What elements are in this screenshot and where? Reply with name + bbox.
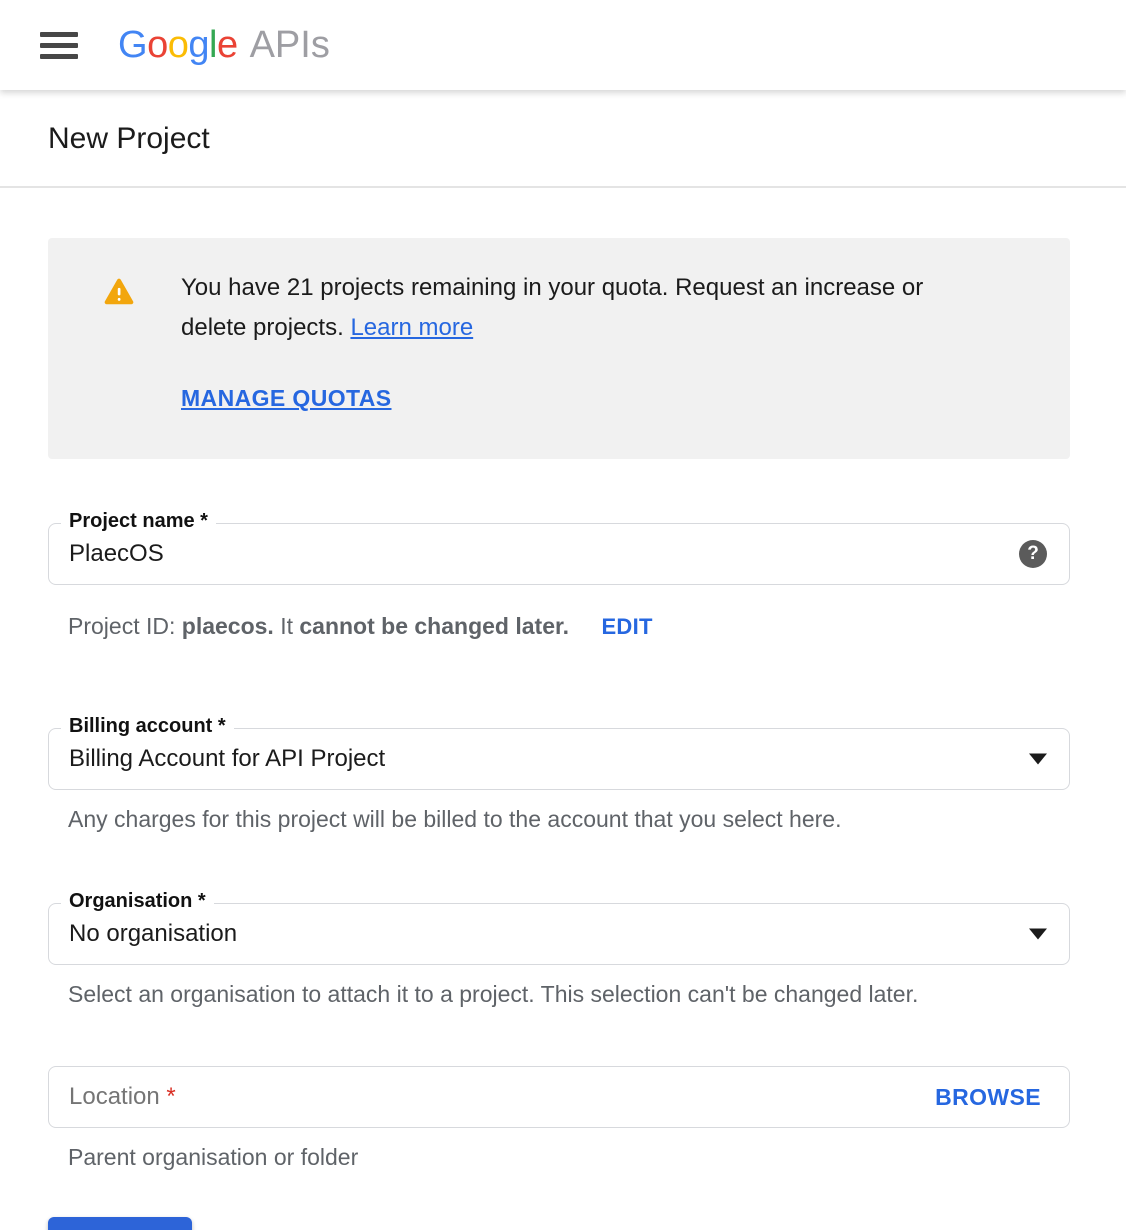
new-project-form: You have 21 projects remaining in your q… (0, 238, 1126, 1230)
quota-notice-text: You have 21 projects remaining in your q… (181, 268, 923, 419)
project-id-middle: It (274, 613, 300, 639)
location-field[interactable]: Location * BROWSE (48, 1066, 1070, 1128)
billing-helper-text: Any charges for this project will be bil… (68, 806, 1070, 833)
location-placeholder: Location * (49, 1083, 176, 1111)
organisation-value: No organisation (49, 920, 237, 948)
google-apis-logo[interactable]: Google APIs (118, 24, 330, 67)
project-id-prefix: Project ID: (68, 613, 182, 639)
project-id-note: cannot be changed later. (299, 613, 569, 639)
project-name-label: Project name * (61, 509, 216, 533)
menu-hamburger-icon[interactable] (40, 26, 78, 65)
google-logo-letter: l (209, 24, 217, 66)
google-logo-text: Google (118, 24, 238, 67)
page-title: New Project (48, 122, 1126, 156)
title-bar: New Project (0, 90, 1126, 188)
browse-button[interactable]: BROWSE (935, 1084, 1069, 1111)
app-header: Google APIs (0, 0, 1126, 90)
project-id-row: Project ID: plaecos. It cannot be change… (68, 613, 1070, 640)
edit-project-id-link[interactable]: EDIT (601, 614, 652, 639)
dropdown-arrow-icon (1029, 754, 1047, 765)
quota-notice-banner: You have 21 projects remaining in your q… (48, 238, 1070, 459)
hamburger-bar (40, 43, 78, 48)
quota-line1: You have 21 projects remaining in your q… (181, 274, 923, 301)
apis-logo-text: APIs (250, 24, 330, 67)
billing-account-label: Billing account * (61, 714, 234, 738)
manage-quotas-link[interactable]: MANAGE QUOTAS (181, 378, 392, 418)
hamburger-bar (40, 54, 78, 59)
organisation-select[interactable]: Organisation * No organisation (48, 903, 1070, 965)
project-id-value: plaecos. (182, 613, 274, 639)
google-logo-letter: o (147, 24, 168, 66)
required-asterisk: * (166, 1083, 175, 1110)
google-logo-letter: g (188, 24, 209, 66)
dropdown-arrow-icon (1029, 929, 1047, 940)
form-actions: CREATE CANCEL (48, 1217, 1070, 1230)
google-logo-letter: e (217, 24, 238, 66)
organisation-helper-text: Select an organisation to attach it to a… (68, 981, 1070, 1008)
organisation-label: Organisation * (61, 889, 214, 913)
create-button[interactable]: CREATE (48, 1217, 192, 1230)
project-name-input[interactable] (49, 540, 969, 568)
location-placeholder-text: Location (69, 1083, 160, 1110)
google-logo-letter: o (168, 24, 189, 66)
learn-more-link[interactable]: Learn more (350, 314, 473, 341)
quota-line2: delete projects. (181, 314, 350, 341)
help-icon[interactable]: ? (1019, 540, 1047, 568)
project-name-field[interactable]: Project name * ? (48, 523, 1070, 585)
location-helper-text: Parent organisation or folder (68, 1144, 1070, 1171)
billing-account-value: Billing Account for API Project (49, 745, 385, 773)
google-logo-letter: G (118, 24, 147, 66)
warning-icon (104, 278, 134, 305)
billing-account-select[interactable]: Billing account * Billing Account for AP… (48, 728, 1070, 790)
hamburger-bar (40, 32, 78, 37)
